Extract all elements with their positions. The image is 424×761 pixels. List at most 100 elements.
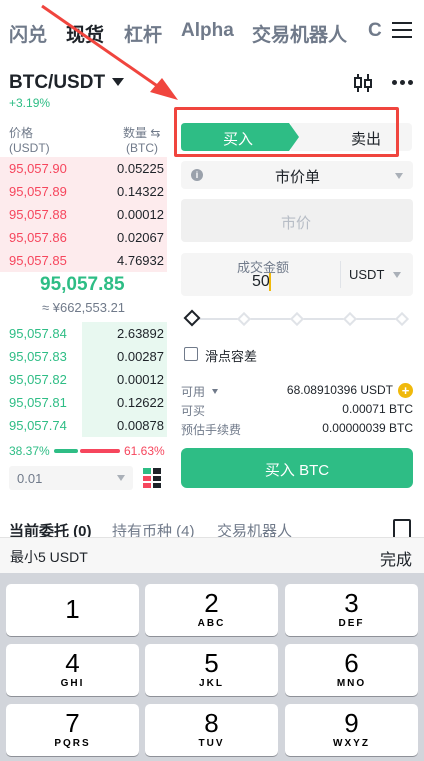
chevron-down-icon [117,475,125,481]
candlestick-chart-icon[interactable] [352,72,374,94]
ask-price: 95,057.86 [9,230,67,245]
ask-price: 95,057.89 [9,184,67,199]
orderbook-layout-icon[interactable] [142,467,162,489]
key-letters: WXYZ [333,738,370,749]
key-6[interactable]: 6 MNO [285,644,418,696]
bid-price: 95,057.82 [9,372,67,387]
info-icon[interactable]: i [191,169,203,181]
bid-row[interactable]: 95,057.81 0.12622 [0,391,167,414]
ask-qty: 0.14322 [117,184,164,199]
key-8[interactable]: 8 TUV [145,704,278,756]
key-letters: ABC [197,618,226,629]
can-buy-value: 0.00071 BTC [342,402,413,416]
tab-trading-bot[interactable]: 交易机器人 [252,20,347,47]
ask-row[interactable]: 95,057.90 0.05225 [0,157,167,180]
tab-more-partial[interactable]: C [368,20,382,42]
bid-qty: 0.00012 [117,372,164,387]
slider-step-75[interactable] [342,311,358,327]
amount-input[interactable]: 50 [252,273,270,291]
slippage-checkbox[interactable] [184,347,198,361]
ask-row[interactable]: 95,057.85 4.76932 [0,249,167,272]
key-3[interactable]: 3 DEF [285,584,418,636]
numeric-keypad: 1 2 ABC 3 DEF 4 GHI 5 JKL 6 MNO 7 PQRS 8… [0,573,424,761]
order-history-icon[interactable] [393,519,411,538]
price-placeholder: 市价 [281,215,312,232]
field-divider [340,261,341,288]
ask-price: 95,057.90 [9,161,67,176]
bid-row[interactable]: 95,057.84 2.63892 [0,322,167,345]
key-7[interactable]: 7 PQRS [6,704,139,756]
done-button[interactable]: 完成 [380,546,412,570]
bid-price: 95,057.81 [9,395,67,410]
caret-down-icon[interactable] [212,389,218,394]
buy-btc-button[interactable]: 买入 BTC [181,448,413,488]
buy-btc-label: 买入 BTC [264,462,330,479]
buy-ratio-bar [54,449,78,453]
ask-row[interactable]: 95,057.86 0.02067 [0,226,167,249]
tab-flash-swap[interactable]: 闪兑 [9,20,47,47]
ask-row[interactable]: 95,057.88 0.00012 [0,203,167,226]
ask-row[interactable]: 95,057.89 0.14322 [0,180,167,203]
bid-row[interactable]: 95,057.74 0.00878 [0,414,167,437]
bid-qty: 0.00287 [117,349,164,364]
plus-icon[interactable]: + [398,383,413,398]
min-amount-hint: 最小5 USDT [10,549,88,565]
ask-price: 95,057.85 [9,253,67,268]
bid-price: 95,057.83 [9,349,67,364]
more-options-icon[interactable] [392,80,414,86]
pair-dropdown-icon[interactable] [112,78,124,86]
price-change: +3.19% [9,96,51,110]
bid-price: 95,057.84 [9,326,67,341]
bid-row[interactable]: 95,057.82 0.00012 [0,368,167,391]
last-price[interactable]: 95,057.85 [40,274,125,296]
fee-value: 0.00000039 BTC [322,421,413,435]
tab-bots[interactable]: 交易机器人 [217,520,292,538]
menu-icon[interactable] [392,22,412,38]
fee-label: 预估手续费 [181,423,242,437]
order-type-select[interactable]: i 市价单 [181,161,413,189]
depth-precision-select[interactable]: 0.01 [9,466,133,490]
available-label[interactable]: 可用 [181,383,205,400]
chevron-down-icon [395,173,403,179]
chevron-down-icon[interactable] [393,272,401,278]
key-9[interactable]: 9 WXYZ [285,704,418,756]
qty-header[interactable]: 数量 ⇆ [123,124,160,141]
bid-qty: 2.63892 [117,326,164,341]
qty-unit: (BTC) [126,141,158,155]
amount-field[interactable]: 成交金额 50 USDT [181,253,413,296]
slider-step-100[interactable] [394,311,410,327]
ask-qty: 0.02067 [117,230,164,245]
slider-step-25[interactable] [236,311,252,327]
bid-row[interactable]: 95,057.83 0.00287 [0,345,167,368]
text-cursor [269,273,271,291]
key-2[interactable]: 2 ABC [145,584,278,636]
key-letters: PQRS [54,738,91,749]
tab-open-orders[interactable]: 当前委托 (0) [9,520,92,538]
key-1[interactable]: 1 [6,584,139,636]
amount-slider-thumb[interactable] [183,309,201,327]
key-digit: 6 [344,648,359,678]
tab-margin[interactable]: 杠杆 [124,20,162,47]
amount-unit[interactable]: USDT [349,267,384,282]
available-row: 可用 68.08910396 USDT + [181,381,413,401]
key-digit: 3 [344,588,359,618]
key-digit: 4 [65,648,80,678]
bid-qty: 0.12622 [117,395,164,410]
slider-step-50[interactable] [289,311,305,327]
key-digit: 8 [204,708,219,738]
keyboard-accessory-bar: 最小5 USDT 完成 [0,537,424,573]
key-letters: GHI [60,678,85,689]
slippage-label[interactable]: 滑点容差 [205,346,257,365]
tab-spot[interactable]: 现货 [66,20,104,47]
tab-holdings[interactable]: 持有币种 (4) [112,520,195,538]
depth-precision-value: 0.01 [17,471,43,486]
price-unit: (USDT) [9,141,50,155]
key-digit: 2 [204,588,219,618]
key-4[interactable]: 4 GHI [6,644,139,696]
bid-qty: 0.00878 [117,418,164,433]
fee-row: 预估手续费 0.00000039 BTC [181,419,413,439]
tab-alpha[interactable]: Alpha [181,20,234,42]
pair-symbol[interactable]: BTC/USDT [9,72,105,94]
price-header: 价格 [9,126,34,140]
key-5[interactable]: 5 JKL [145,644,278,696]
